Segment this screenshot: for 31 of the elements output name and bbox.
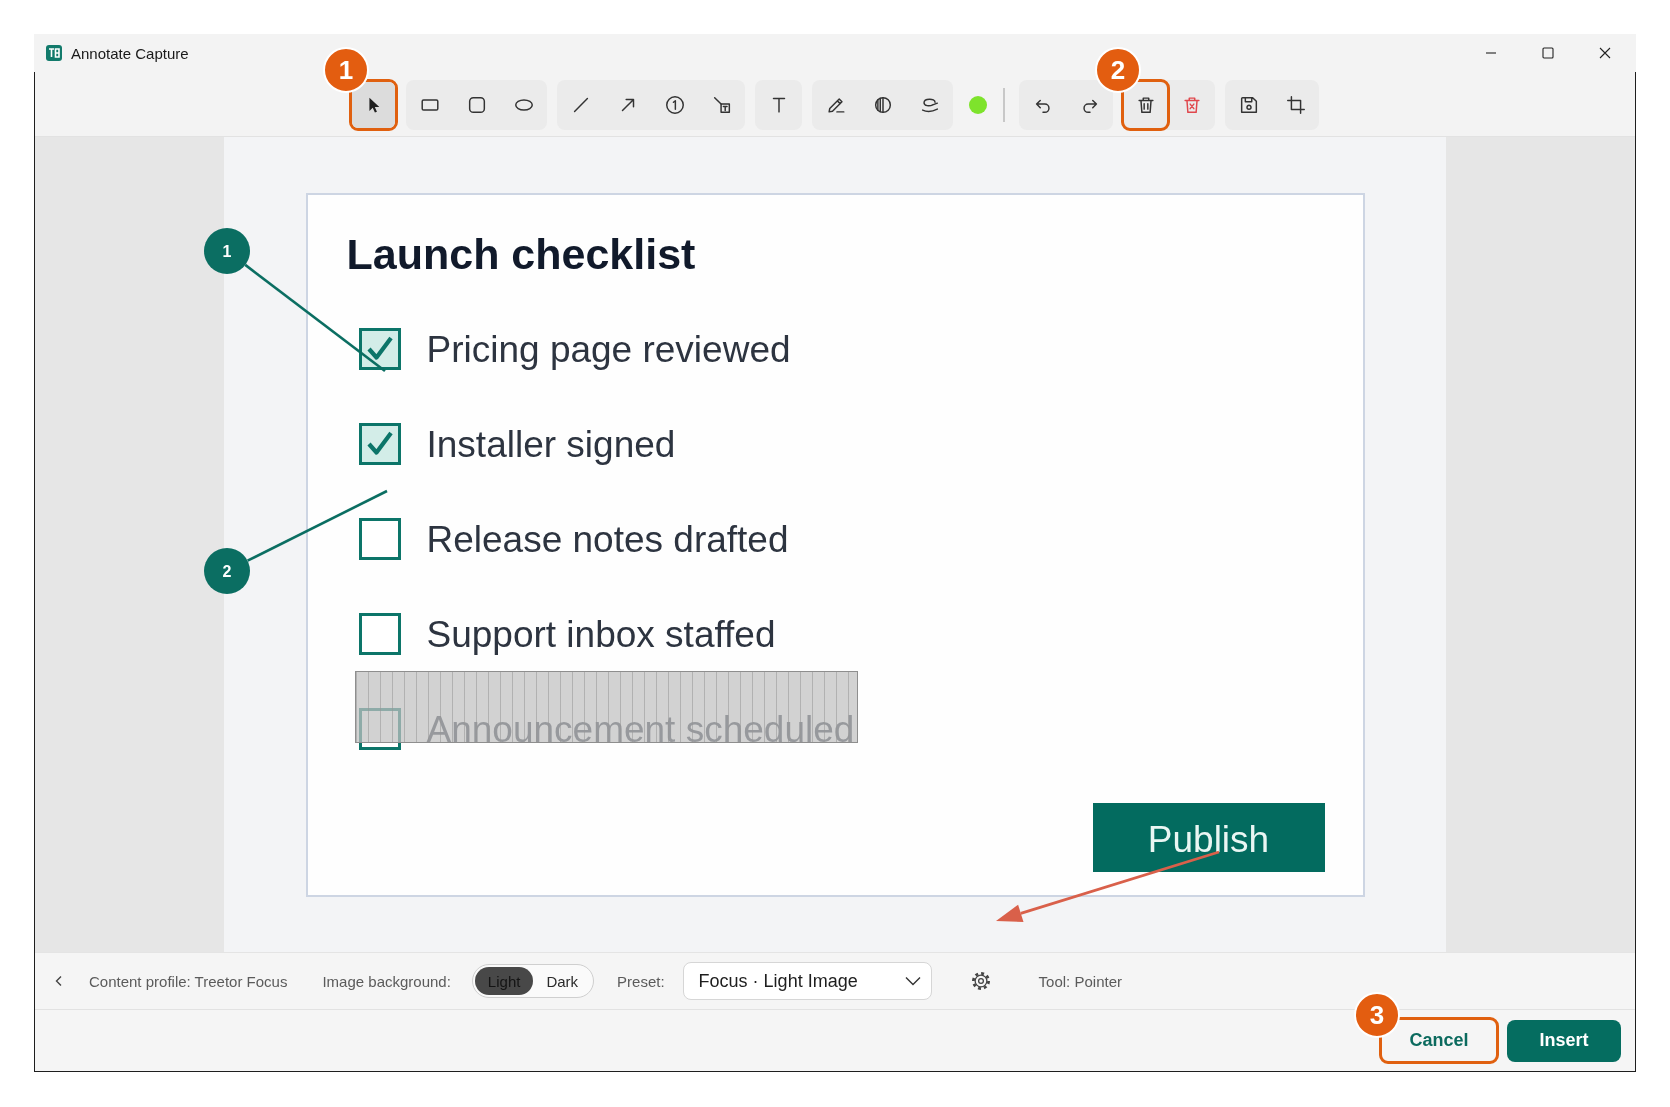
checkbox[interactable] <box>358 423 401 465</box>
close-icon <box>1598 47 1611 59</box>
preset-dropdown[interactable]: Focus · Light Image <box>682 962 932 1000</box>
callout-marker: 1 <box>204 228 250 274</box>
checklist-item: Installer signed <box>426 422 676 467</box>
callout-marker: 2 <box>204 548 250 594</box>
checkbox[interactable] <box>358 518 401 560</box>
checklist-item: Pricing page reviewed <box>426 327 791 372</box>
cancel-button[interactable]: Cancel <box>1382 1020 1496 1061</box>
publish-button[interactable]: Publish <box>1092 802 1325 872</box>
preset-label: Preset: <box>617 972 665 990</box>
checklist-item: Release notes drafted <box>426 517 789 562</box>
crop-icon <box>1284 94 1307 116</box>
checkbox[interactable] <box>358 328 401 370</box>
settings-icon <box>969 970 992 992</box>
tool-status: Tool: Pointer <box>1038 972 1122 990</box>
color-swatch-icon[interactable] <box>969 96 987 114</box>
checkbox[interactable] <box>358 613 401 655</box>
background-label: Image background: <box>322 972 451 990</box>
checklist-title: Launch checklist <box>346 228 696 280</box>
checklist-item: Support inbox staffed <box>426 612 776 657</box>
insert-button[interactable]: Insert <box>1507 1019 1621 1062</box>
chevron-down-icon <box>904 976 921 986</box>
checklist-item: Announcement scheduled <box>426 707 855 752</box>
toggle-option[interactable]: Dark <box>533 967 592 995</box>
step-badge: 3 <box>1354 992 1400 1038</box>
content-profile-label: Content profile: Treetor Focus <box>89 972 288 990</box>
maximize-icon <box>1541 47 1554 59</box>
window-title: Annotate Capture <box>71 44 189 62</box>
numbered-circle-icon <box>663 94 686 116</box>
app-icon <box>46 45 62 61</box>
